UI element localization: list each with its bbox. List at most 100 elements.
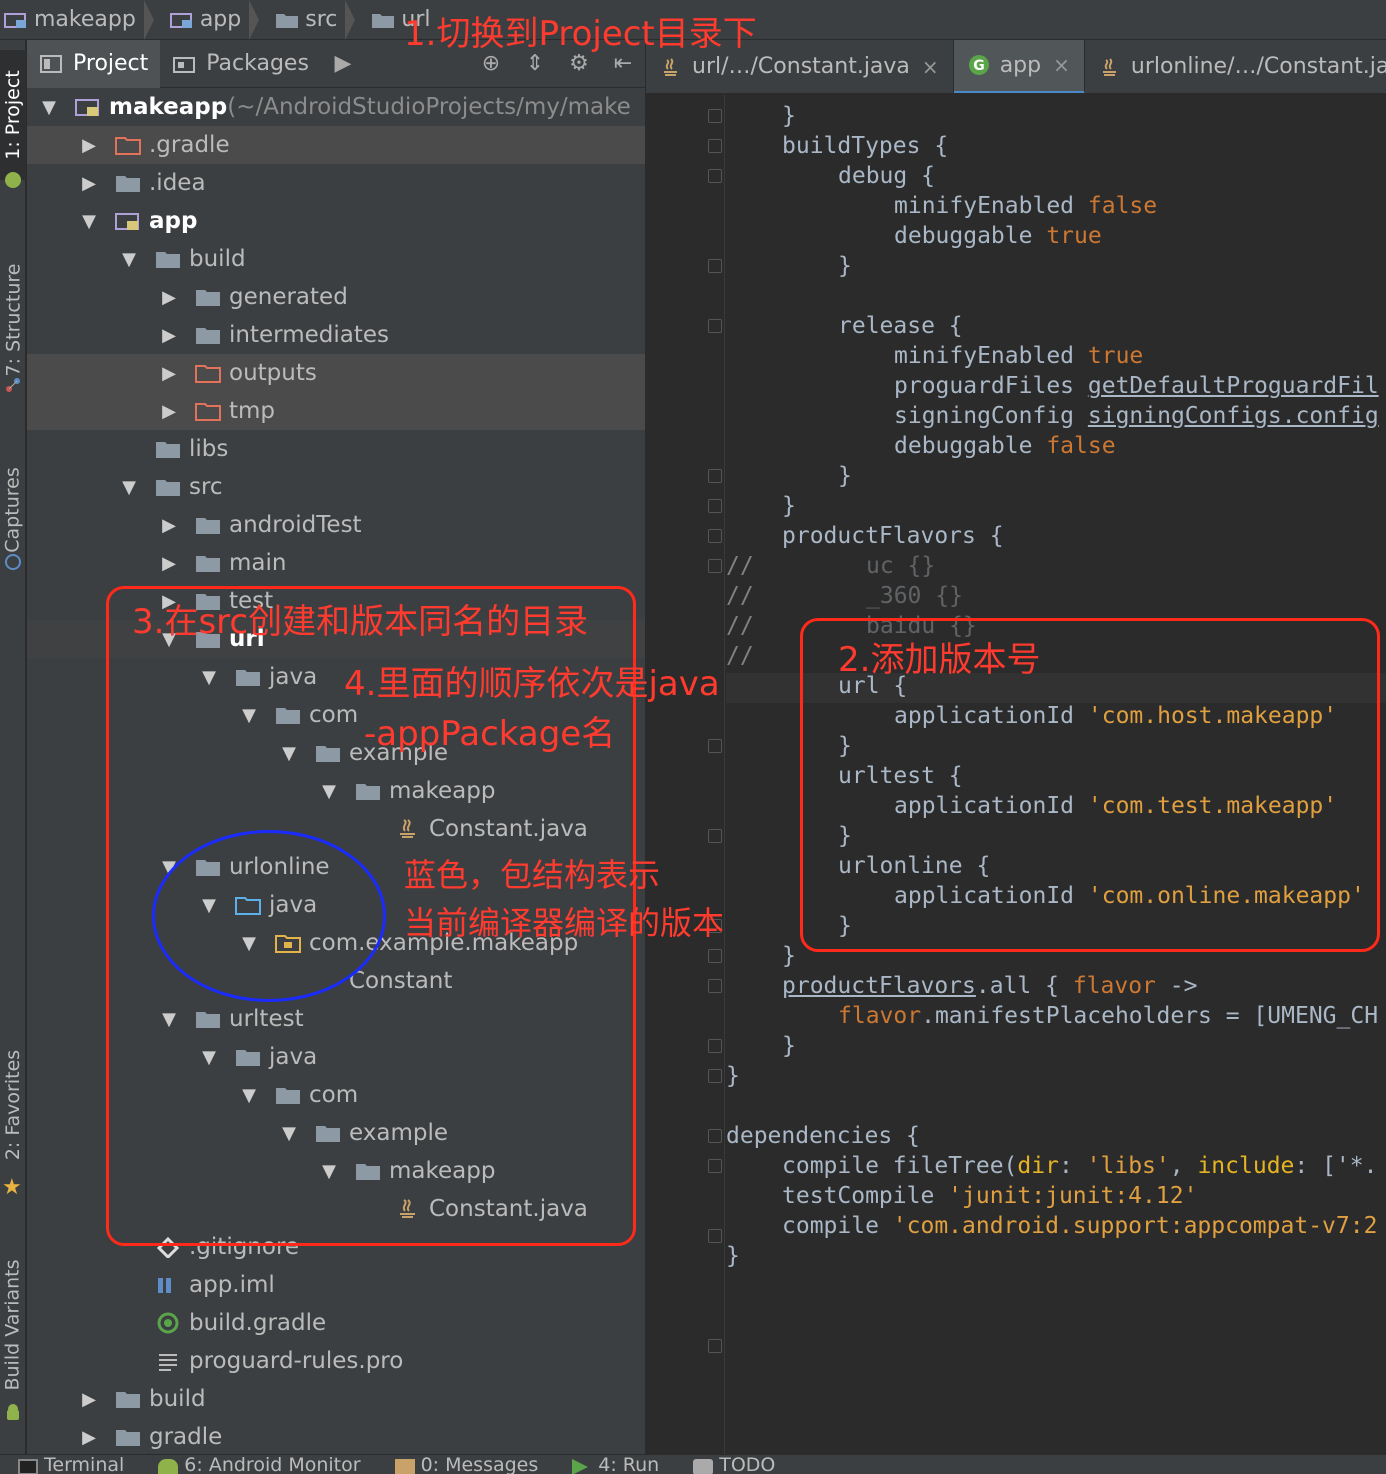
tree-node-tmp[interactable]: ▶ tmp [27,392,645,430]
tab-project[interactable]: Project [27,39,161,88]
tree-node-intermediates[interactable]: ▶ intermediates [27,316,645,354]
fold-marker-icon[interactable] [708,319,722,333]
bottom-tool-bar: Terminal 6: Android Monitor 0: Messages … [0,1454,1386,1474]
fold-marker-icon[interactable] [708,1129,722,1143]
tree-node-gradle[interactable]: ▶ gradle [27,1418,645,1454]
tab-favorites-tool[interactable]: 2: Favorites [0,1030,26,1180]
tree-node-libs[interactable]: libs [27,430,645,468]
expand-arrow-right-icon[interactable]: ▶ [79,135,99,156]
close-tab-icon[interactable]: × [1053,53,1070,77]
folder-icon [196,556,220,572]
tree-node-build[interactable]: ▼ build [27,240,645,278]
tool-window-strip: 1: Project 7: Structure Captures 2: Favo… [0,40,26,1454]
tab-messages[interactable]: 0: Messages [377,1455,555,1474]
code-line: testCompile 'junit:junit:4.12' [782,1183,1198,1209]
expand-arrow-down-icon[interactable]: ▼ [39,97,59,118]
tab-packages[interactable]: Packages [160,40,321,88]
fold-marker-icon[interactable] [708,1229,722,1243]
code-line: } [782,493,796,519]
expand-arrow-right-icon[interactable]: ▶ [79,1427,99,1448]
chevron-right-icon [249,0,260,40]
breadcrumb-item-app[interactable]: app [166,0,271,40]
expand-arrow-down-icon[interactable]: ▼ [119,249,139,270]
tree-node-label: app.iml [189,1272,275,1298]
expand-arrow-right-icon[interactable]: ▶ [159,325,179,346]
fold-marker-icon[interactable] [708,469,722,483]
breadcrumb-label: makeapp [34,7,136,32]
expand-arrow-down-icon[interactable]: ▼ [79,211,99,232]
tree-node-main[interactable]: ▶ main [27,544,645,582]
fold-marker-icon[interactable] [708,529,722,543]
editor-gutter [646,95,726,1454]
breadcrumb-item-makeapp[interactable]: makeapp [0,0,166,40]
fold-marker-icon[interactable] [708,1039,722,1053]
code-comment: // [726,583,754,609]
expand-arrow-right-icon[interactable]: ▶ [159,363,179,384]
fold-marker-icon[interactable] [708,1069,722,1083]
annotation-step-4-line1: 4.里面的顺序依次是java [344,664,720,704]
tree-node-label: tmp [229,398,276,424]
fold-marker-icon[interactable] [708,829,722,843]
folder-icon [196,328,220,344]
tree-node-makeapp[interactable]: ▼ makeapp (~/AndroidStudioProjects/my/mak… [27,88,645,126]
tree-node-build[interactable]: ▶ build [27,1380,645,1418]
code-comment: // [726,613,754,639]
fold-marker-icon[interactable] [708,949,722,963]
star-icon: ★ [2,1175,22,1200]
tab-urlonline-constant-java[interactable]: urlonline/…/Constant.java [1085,40,1386,93]
tab-android-monitor[interactable]: 6: Android Monitor [140,1455,376,1474]
tree-node-androidtest[interactable]: ▶ androidTest [27,506,645,544]
svg-text:G: G [973,58,985,74]
fold-marker-icon[interactable] [708,979,722,993]
tree-node-label: androidTest [229,512,362,538]
fold-marker-icon[interactable] [708,139,722,153]
android-robot-icon [7,1404,19,1420]
tree-node-app[interactable]: ▼ app [27,202,645,240]
tab-build-variants-tool[interactable]: Build Variants [0,1240,26,1410]
folder-icon [156,442,180,458]
fold-marker-icon[interactable] [708,1339,722,1353]
tab-todo[interactable]: TODO [675,1455,791,1474]
fold-marker-icon[interactable] [708,169,722,183]
annotation-step-3: 3.在src创建和版本同名的目录 [132,602,589,642]
tree-node-outputs[interactable]: ▶ outputs [27,354,645,392]
tab-terminal[interactable]: Terminal [0,1455,140,1474]
expand-arrow-right-icon[interactable]: ▶ [79,173,99,194]
code-comment: uc {} [866,553,936,579]
breadcrumb-item-src[interactable]: src [271,0,367,40]
expand-arrow-right-icon[interactable]: ▶ [159,401,179,422]
tree-node-app-iml[interactable]: app.iml [27,1266,645,1304]
tree-node-src[interactable]: ▼ src [27,468,645,506]
code-line: debuggable true [894,223,1102,249]
fold-marker-icon[interactable] [708,559,722,573]
tab-project-tool[interactable]: 1: Project [0,50,26,180]
tree-node-build-gradle[interactable]: build.gradle [27,1304,645,1342]
code-line: release { [838,313,963,339]
expand-arrow-right-icon[interactable]: ▶ [159,553,179,574]
tab-run[interactable]: 4: Run [554,1455,675,1474]
fold-marker-icon[interactable] [708,109,722,123]
tree-node-proguard-rules-pro[interactable]: proguard-rules.pro [27,1342,645,1380]
close-tab-icon[interactable]: × [922,55,939,79]
tree-node-idea[interactable]: ▶ .idea [27,164,645,202]
folder-icon [116,176,140,192]
expand-arrow-down-icon[interactable]: ▼ [119,477,139,498]
fold-marker-icon[interactable] [708,499,722,513]
code-line: flavor.manifestPlaceholders = [UMENG_CH [838,1003,1379,1029]
expand-arrow-right-icon[interactable]: ▶ [159,287,179,308]
tree-node-label: app [149,208,198,234]
more-views-icon[interactable]: ▶ [329,50,357,78]
fold-marker-icon[interactable] [708,739,722,753]
fold-marker-icon[interactable] [708,1159,722,1173]
expand-arrow-right-icon[interactable]: ▶ [79,1389,99,1410]
fold-marker-icon[interactable] [708,259,722,273]
tree-node-gradle[interactable]: ▶ .gradle [27,126,645,164]
tab-app-gradle[interactable]: G app × [953,40,1085,93]
tree-node-generated[interactable]: ▶ generated [27,278,645,316]
expand-arrow-right-icon[interactable]: ▶ [159,515,179,536]
gradle-file-icon: G [968,55,989,75]
folder-icon [116,1392,140,1408]
